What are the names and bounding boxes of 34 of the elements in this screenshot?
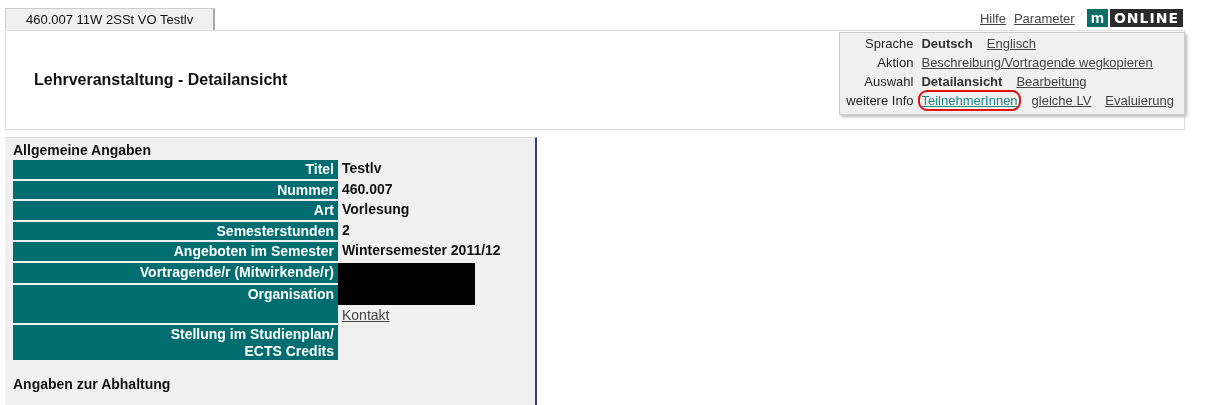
current-option: Deutsch bbox=[921, 36, 973, 51]
menu-link[interactable]: Bearbeitung bbox=[1016, 74, 1087, 89]
field-label: Organisation bbox=[13, 284, 338, 323]
menu-link[interactable]: gleiche LV bbox=[1031, 93, 1092, 108]
header-link[interactable]: Parameter bbox=[1013, 10, 1075, 26]
section-heading: Angaben zur Abhaltung bbox=[13, 376, 172, 392]
page-title: Lehrveranstaltung - Detailansicht bbox=[34, 71, 288, 89]
current-option: Detailansicht bbox=[921, 74, 1003, 89]
menu-link[interactable]: Englisch bbox=[986, 36, 1036, 51]
menu-link[interactable]: TeilnehmerInnen bbox=[921, 93, 1018, 108]
menu-label: Sprache bbox=[864, 36, 914, 51]
field-label: Vortragende/r (Mitwirkende/r) bbox=[13, 262, 338, 283]
menu-label: weitere Info bbox=[846, 93, 914, 108]
menu-label: Auswahl bbox=[863, 74, 914, 89]
header-link[interactable]: Hilfe bbox=[979, 10, 1006, 26]
field-value: 2 bbox=[342, 221, 351, 238]
field-label: Titel bbox=[13, 160, 338, 179]
field-value: Wintersemester 2011/12 bbox=[342, 242, 502, 259]
logo-mark: m bbox=[1086, 9, 1108, 27]
menu-link[interactable]: Beschreibung/Vortragende wegkopieren bbox=[921, 55, 1153, 70]
field-value: Vorlesung bbox=[342, 201, 411, 218]
field-value: Testlv bbox=[342, 160, 383, 177]
field-label: Semesterstunden bbox=[13, 221, 338, 240]
section-heading: Allgemeine Angaben bbox=[13, 142, 152, 158]
field-label: Art bbox=[13, 201, 338, 220]
field-label: Stellung im Studienplan/ ECTS Credits bbox=[13, 325, 338, 360]
tab[interactable]: 460.007 11W 2SSt VO Testlv bbox=[5, 8, 216, 30]
field-label: Nummer bbox=[13, 180, 338, 199]
field-label: Angeboten im Semester bbox=[13, 242, 338, 261]
contact-link[interactable]: Kontakt bbox=[342, 306, 535, 323]
field-value: 460.007 bbox=[342, 180, 394, 197]
logo-text: ONLINE bbox=[1109, 9, 1183, 27]
menu-label: Aktion bbox=[876, 55, 914, 70]
menu-link[interactable]: Evaluierung bbox=[1105, 93, 1174, 108]
